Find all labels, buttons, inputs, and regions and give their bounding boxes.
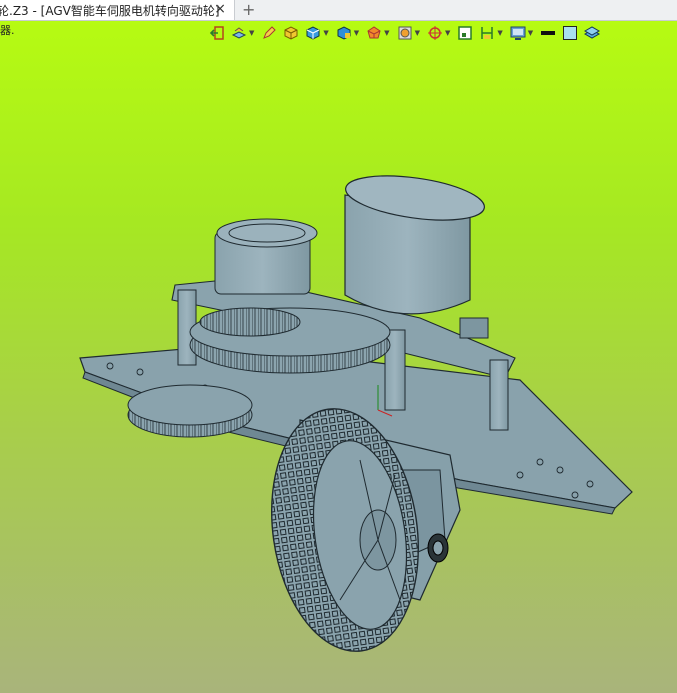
pillar (489, 359, 509, 431)
small-gear (199, 307, 301, 337)
agv-drive-wheel-model[interactable] (0, 0, 677, 693)
side-bracket (459, 317, 489, 339)
lower-gear-top (127, 384, 253, 426)
